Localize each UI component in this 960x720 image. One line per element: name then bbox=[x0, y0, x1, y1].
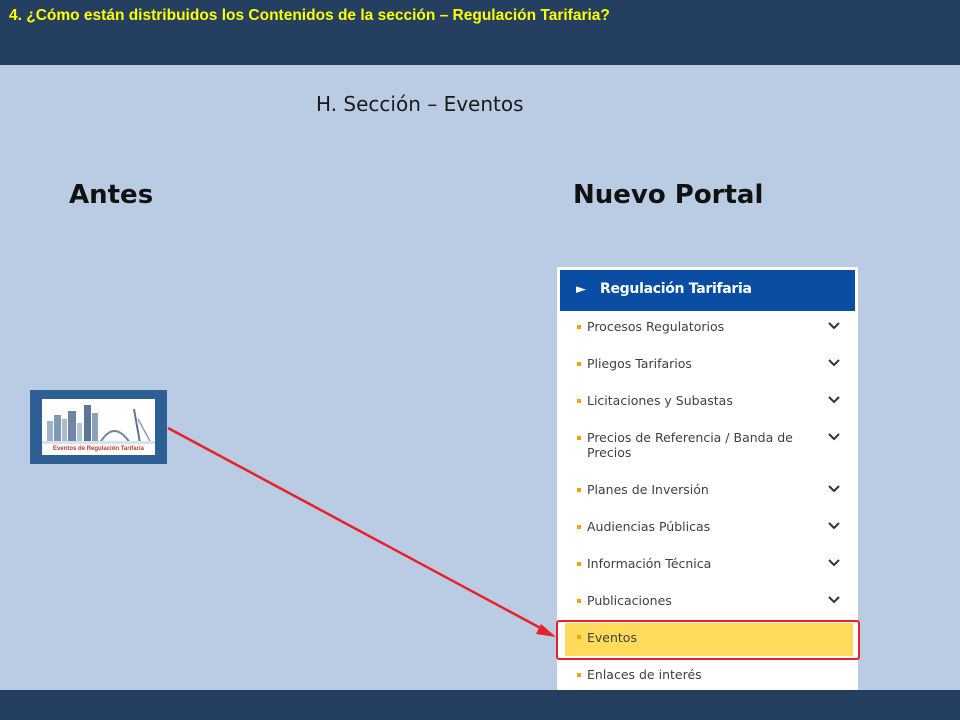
menu-item-label: Precios de Referencia / Banda de Precios bbox=[587, 430, 793, 460]
menu-item-label: Enlaces de interés bbox=[587, 667, 702, 682]
chevron-down-icon[interactable] bbox=[827, 357, 841, 369]
bullet-icon bbox=[577, 562, 581, 566]
menu-item-pliegos-tarifarios[interactable]: Pliegos Tarifarios bbox=[565, 356, 853, 386]
eventos-highlight-box bbox=[556, 620, 860, 660]
bullet-icon bbox=[577, 673, 581, 677]
arrowhead-icon bbox=[536, 624, 556, 637]
chevron-down-icon[interactable] bbox=[827, 431, 841, 443]
menu-item-label: Publicaciones bbox=[587, 593, 672, 608]
menu-item-planes-inversion[interactable]: Planes de Inversión bbox=[565, 482, 853, 512]
banner-image: Eventos de Regulación Tarifaria bbox=[42, 399, 155, 455]
bullet-icon bbox=[577, 436, 581, 440]
menu-item-label: Licitaciones y Subastas bbox=[587, 393, 733, 408]
chevron-down-icon[interactable] bbox=[827, 320, 841, 332]
menu-item-enlaces-interes[interactable]: Enlaces de interés bbox=[565, 667, 853, 691]
banner-caption: Eventos de Regulación Tarifaria bbox=[53, 446, 144, 452]
chevron-down-icon[interactable] bbox=[827, 520, 841, 532]
bullet-icon bbox=[577, 325, 581, 329]
menu-title: Regulación Tarifaria bbox=[600, 281, 752, 297]
before-heading: Antes bbox=[69, 180, 154, 210]
menu-item-publicaciones[interactable]: Publicaciones bbox=[565, 593, 853, 623]
play-arrow-icon: ► bbox=[576, 282, 586, 297]
slide-title: 4. ¿Cómo están distribuidos los Contenid… bbox=[9, 7, 610, 24]
menu-item-procesos-regulatorios[interactable]: Procesos Regulatorios bbox=[565, 319, 853, 349]
new-portal-heading: Nuevo Portal bbox=[573, 180, 764, 210]
bullet-icon bbox=[577, 599, 581, 603]
chevron-down-icon[interactable] bbox=[827, 557, 841, 569]
menu-item-licitaciones-subastas[interactable]: Licitaciones y Subastas bbox=[565, 393, 853, 423]
footer-bar bbox=[0, 690, 960, 720]
chevron-down-icon[interactable] bbox=[827, 483, 841, 495]
section-subtitle: H. Sección – Eventos bbox=[316, 92, 524, 116]
menu-item-label: Pliegos Tarifarios bbox=[587, 356, 692, 371]
menu-item-label: Información Técnica bbox=[587, 556, 712, 571]
menu-item-label: Planes de Inversión bbox=[587, 482, 709, 497]
bullet-icon bbox=[577, 399, 581, 403]
bullet-icon bbox=[577, 525, 581, 529]
menu-item-precios-referencia[interactable]: Precios de Referencia / Banda de Precios bbox=[565, 430, 853, 474]
menu-item-audiencias-publicas[interactable]: Audiencias Públicas bbox=[565, 519, 853, 549]
chevron-down-icon[interactable] bbox=[827, 594, 841, 606]
events-banner[interactable]: Eventos de Regulación Tarifaria bbox=[30, 390, 167, 464]
chevron-down-icon[interactable] bbox=[827, 394, 841, 406]
bullet-icon bbox=[577, 488, 581, 492]
menu-item-label: Audiencias Públicas bbox=[587, 519, 711, 534]
menu-header[interactable]: ► Regulación Tarifaria bbox=[560, 270, 855, 311]
menu-item-label: Procesos Regulatorios bbox=[587, 319, 725, 334]
title-bar: 4. ¿Cómo están distribuidos los Contenid… bbox=[0, 0, 960, 65]
menu-item-informacion-tecnica[interactable]: Información Técnica bbox=[565, 556, 853, 586]
bullet-icon bbox=[577, 362, 581, 366]
